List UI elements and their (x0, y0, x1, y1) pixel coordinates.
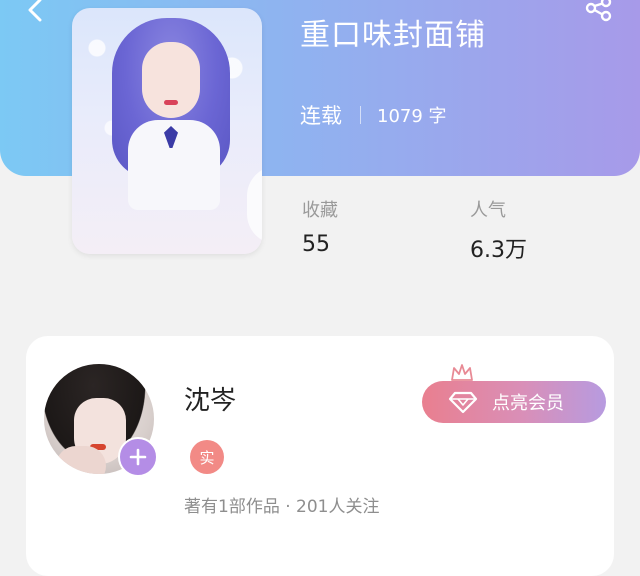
serial-status: 连载 (300, 104, 342, 128)
divider (360, 106, 361, 124)
crown-icon (450, 362, 474, 382)
author-name[interactable]: 沈岑 (184, 380, 236, 417)
back-button[interactable] (22, 0, 50, 24)
plus-icon (129, 448, 147, 466)
vip-activate-button[interactable]: 点亮会员 (422, 381, 606, 423)
avatar-hand (56, 446, 106, 474)
popularity-stat: 人气 6.3万 (470, 196, 527, 264)
verified-badge: 实 (190, 440, 224, 474)
cover-figure-lips (164, 100, 178, 105)
share-button[interactable] (582, 0, 616, 28)
chevron-left-icon (28, 0, 42, 22)
vip-button-label: 点亮会员 (492, 393, 564, 414)
favorites-value: 55 (302, 232, 330, 257)
diamond-icon (448, 391, 478, 414)
book-cover[interactable] (72, 8, 262, 254)
book-title: 重口味封面铺 (300, 18, 486, 53)
favorites-label: 收藏 (302, 200, 338, 221)
book-status-row: 连载 1079 字 (300, 100, 447, 130)
cover-figure-face (142, 42, 200, 118)
share-icon (585, 0, 612, 22)
word-count: 1079 字 (377, 106, 447, 127)
author-works-summary: 著有1部作品 · 201人关注 (184, 497, 380, 517)
follow-author-button[interactable] (118, 437, 158, 477)
popularity-label: 人气 (470, 200, 506, 221)
popularity-value: 6.3万 (470, 238, 527, 263)
favorites-stat: 收藏 55 (302, 196, 338, 257)
